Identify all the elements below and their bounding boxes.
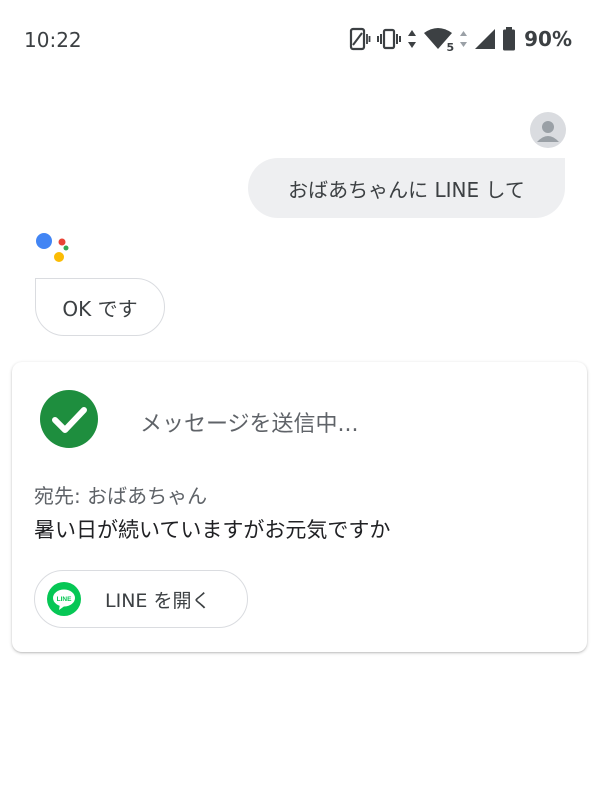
status-time: 10:22 [24,28,82,52]
message-card: メッセージを送信中... 宛先: おばあちゃん 暑い日が続いていますがお元気です… [12,362,587,652]
wifi-icon: 5 [423,27,456,54]
sending-status-text: メッセージを送信中... [140,412,359,437]
user-query-text: おばあちゃんに LINE して [288,177,525,202]
assistant-reply-text: OK です [62,296,138,321]
line-app-icon: LINE [47,582,81,616]
user-query-bubble[interactable]: おばあちゃんに LINE して [248,158,565,218]
person-icon [537,121,559,142]
data-arrows-icon-2 [459,28,468,50]
vibrate-icon [377,28,402,50]
open-line-button[interactable]: LINE LINE を開く [34,570,248,628]
battery-percent: 90% [524,27,572,51]
status-icons: 5 90% [349,25,572,53]
google-assistant-icon [35,232,71,264]
screen-rotate-icon [349,27,371,51]
message-text: 暑い日が続いていますがお元気ですか [34,518,391,542]
line-logo-text: LINE [57,596,72,603]
assistant-reply-bubble: OK です [35,278,165,336]
data-arrows-icon [407,28,417,50]
battery-icon [502,27,516,51]
recipient-label: 宛先: おばあちゃん [34,484,208,508]
network-badge: 5 [445,41,456,54]
cell-signal-icon [474,28,496,50]
check-circle-icon [40,390,98,448]
open-line-label: LINE を開く [105,589,211,612]
user-avatar[interactable] [530,112,566,148]
